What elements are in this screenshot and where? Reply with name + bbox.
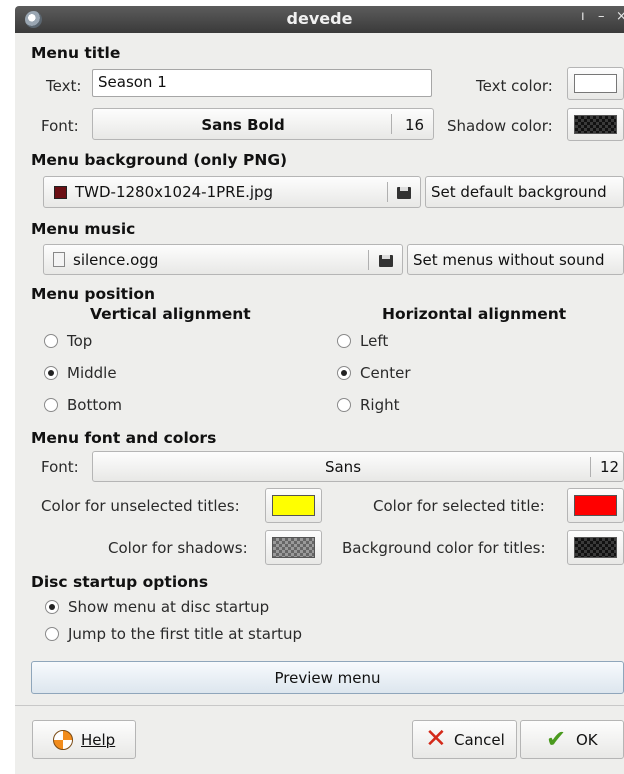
cancel-x-icon: ✕ <box>425 724 447 754</box>
selected-color-label: Color for selected title: <box>373 497 545 515</box>
help-label: Help <box>81 731 116 749</box>
title-font-button[interactable]: Sans Bold 16 <box>92 108 434 140</box>
footer-divider <box>15 705 624 706</box>
show-menu-label: Show menu at disc startup <box>68 598 270 616</box>
menu-title-text-field[interactable]: Season 1 <box>92 69 432 97</box>
menu-font-label: Font: <box>41 458 79 476</box>
vertical-top-label: Top <box>67 332 93 350</box>
image-file-icon <box>54 186 67 199</box>
preview-menu-button[interactable]: Preview menu <box>31 661 624 694</box>
window-menu-icon[interactable]: ı <box>581 9 585 24</box>
set-menus-without-sound-button[interactable]: Set menus without sound <box>407 244 624 275</box>
radio-vertical-middle[interactable] <box>44 366 58 380</box>
menu-font-button[interactable]: Sans 12 <box>92 451 624 482</box>
title-bar[interactable]: devede ı – × <box>15 6 624 33</box>
devede-window: devede ı – × Menu title Text: Season 1 T… <box>0 0 624 774</box>
music-chooser-separator <box>368 250 369 270</box>
title-font-name: Sans Bold <box>201 116 285 134</box>
unselected-color-label: Color for unselected titles: <box>41 497 240 515</box>
set-default-background-button[interactable]: Set default background <box>425 176 624 208</box>
help-button[interactable]: Help <box>32 720 136 759</box>
shadows-color-swatch <box>272 537 315 558</box>
folder-open-icon <box>379 255 393 267</box>
radio-vertical-bottom[interactable] <box>44 398 58 412</box>
radio-horizontal-right[interactable] <box>337 398 351 412</box>
ok-button[interactable]: ✔ OK <box>520 720 624 759</box>
chooser-separator <box>387 182 388 202</box>
menu-title-heading: Menu title <box>31 44 121 62</box>
minimize-icon[interactable]: – <box>598 9 605 24</box>
menu-position-heading: Menu position <box>31 285 156 303</box>
disc-startup-heading: Disc startup options <box>31 573 209 591</box>
shadow-color-label: Shadow color: <box>447 117 553 135</box>
selected-color-swatch <box>574 495 617 516</box>
horizontal-left-label: Left <box>360 332 389 350</box>
vertical-middle-label: Middle <box>67 364 117 382</box>
horizontal-right-label: Right <box>360 396 400 414</box>
horizontal-alignment-label: Horizontal alignment <box>382 305 567 323</box>
ok-label: OK <box>576 731 598 749</box>
vertical-alignment-label: Vertical alignment <box>90 305 251 323</box>
shadow-color-button[interactable] <box>567 108 624 141</box>
background-file-chooser[interactable]: TWD-1280x1024-1PRE.jpg <box>43 176 421 208</box>
menu-font-name: Sans <box>324 458 362 476</box>
text-color-swatch <box>574 74 617 93</box>
shadow-color-swatch <box>574 115 617 134</box>
menu-options-panel: Menu title Text: Season 1 Text color: Fo… <box>15 33 624 774</box>
radio-jump-first-title[interactable] <box>45 627 59 641</box>
ok-check-icon: ✔ <box>546 725 567 753</box>
cancel-label: Cancel <box>454 731 505 749</box>
set-menus-without-sound-label: Set menus without sound <box>413 251 605 269</box>
menu-font-colors-heading: Menu font and colors <box>31 429 217 447</box>
radio-vertical-top[interactable] <box>44 334 58 348</box>
menu-font-size: 12 <box>600 458 620 476</box>
text-color-label: Text color: <box>476 77 553 95</box>
help-lifebuoy-icon <box>53 730 73 750</box>
preview-menu-label: Preview menu <box>274 669 381 687</box>
text-color-button[interactable] <box>567 67 624 100</box>
bg-titles-color-swatch <box>574 537 617 558</box>
font-label: Font: <box>41 117 79 135</box>
window-title: devede <box>286 9 353 28</box>
shadows-color-label: Color for shadows: <box>108 539 248 557</box>
unselected-color-swatch <box>272 495 315 516</box>
selected-color-button[interactable] <box>567 488 624 523</box>
menu-font-separator <box>590 457 591 477</box>
text-label: Text: <box>46 77 82 95</box>
font-separator <box>391 114 392 134</box>
radio-show-menu-at-startup[interactable] <box>45 600 59 614</box>
jump-first-title-label: Jump to the first title at startup <box>68 625 303 643</box>
horizontal-center-label: Center <box>360 364 411 382</box>
vertical-bottom-label: Bottom <box>67 396 123 414</box>
menu-background-heading: Menu background (only PNG) <box>31 151 288 169</box>
radio-horizontal-left[interactable] <box>337 334 351 348</box>
unselected-color-button[interactable] <box>265 488 322 523</box>
title-font-size: 16 <box>405 116 425 134</box>
radio-horizontal-center[interactable] <box>337 366 351 380</box>
audio-file-icon <box>53 252 65 267</box>
music-file-chooser[interactable]: silence.ogg <box>43 244 403 275</box>
menu-music-heading: Menu music <box>31 220 136 238</box>
bg-titles-color-button[interactable] <box>567 530 624 565</box>
shadows-color-button[interactable] <box>265 530 322 565</box>
cancel-button[interactable]: ✕ Cancel <box>412 720 517 759</box>
music-file-name: silence.ogg <box>73 251 159 269</box>
background-file-name: TWD-1280x1024-1PRE.jpg <box>75 183 274 201</box>
set-default-background-label: Set default background <box>431 183 607 201</box>
folder-open-icon <box>397 187 411 199</box>
close-icon[interactable]: × <box>616 9 624 24</box>
bg-titles-color-label: Background color for titles: <box>342 539 546 557</box>
